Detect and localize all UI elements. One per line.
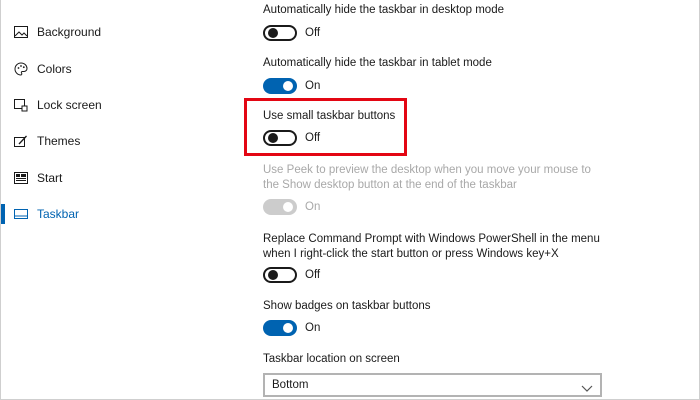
peek-label-line1: Use Peek to preview the desktop when you…: [263, 164, 591, 176]
sidebar-item-start[interactable]: Start: [1, 161, 231, 195]
sidebar-item-label: Colors: [37, 62, 72, 76]
sidebar-item-background[interactable]: Background: [1, 15, 231, 49]
taskbar-location-dropdown[interactable]: Bottom: [263, 373, 602, 397]
powershell-state: Off: [305, 269, 321, 281]
autohide-desktop-toggle[interactable]: [263, 25, 297, 41]
background-image-icon: [13, 24, 29, 40]
toggle-knob: [268, 133, 278, 143]
sidebar-item-taskbar[interactable]: Taskbar: [1, 197, 231, 231]
settings-window: Background Colors Lock screen Themes Sta…: [0, 0, 700, 400]
sidebar-item-label: Themes: [37, 134, 81, 148]
dropdown-value: Bottom: [272, 379, 309, 391]
small-buttons-label: Use small taskbar buttons: [263, 110, 396, 122]
autohide-desktop-label: Automatically hide the taskbar in deskto…: [263, 4, 504, 16]
sidebar-item-themes[interactable]: Themes: [1, 124, 231, 158]
peek-state: On: [305, 201, 321, 213]
sidebar-item-label: Taskbar: [37, 207, 80, 221]
sidebar-item-lock-screen[interactable]: Lock screen: [1, 88, 231, 122]
sidebar-item-colors[interactable]: Colors: [1, 52, 231, 86]
autohide-tablet-state: On: [305, 80, 321, 92]
autohide-tablet-toggle[interactable]: [263, 78, 297, 94]
sidebar: Background Colors Lock screen Themes Sta…: [1, 0, 241, 400]
sidebar-item-label: Start: [37, 171, 63, 185]
powershell-label-line1: Replace Command Prompt with Windows Powe…: [263, 233, 600, 245]
toggle-knob: [268, 28, 278, 38]
toggle-knob: [283, 202, 293, 212]
chevron-down-icon: [581, 380, 593, 392]
sidebar-item-label: Lock screen: [37, 98, 102, 112]
highlight-box: [244, 98, 407, 156]
autohide-tablet-label: Automatically hide the taskbar in tablet…: [263, 57, 492, 69]
peek-label-line2: the Show desktop button at the end of th…: [263, 179, 517, 191]
peek-toggle: [263, 199, 297, 215]
toggle-knob: [283, 81, 293, 91]
toggle-knob: [268, 270, 278, 280]
autohide-desktop-state: Off: [305, 27, 321, 39]
small-buttons-state: Off: [305, 132, 321, 144]
badges-toggle[interactable]: [263, 320, 297, 336]
small-buttons-toggle[interactable]: [263, 130, 297, 146]
badges-state: On: [305, 322, 321, 334]
powershell-label-line2: when I right-click the start button or p…: [263, 248, 559, 260]
sidebar-item-label: Background: [37, 25, 102, 39]
start-icon: [13, 170, 29, 186]
toggle-knob: [283, 323, 293, 333]
badges-label: Show badges on taskbar buttons: [263, 300, 431, 312]
palette-icon: [13, 61, 29, 77]
themes-icon: [13, 133, 29, 149]
powershell-toggle[interactable]: [263, 267, 297, 283]
lock-screen-icon: [13, 97, 29, 113]
taskbar-icon: [13, 206, 29, 222]
taskbar-location-label: Taskbar location on screen: [263, 353, 400, 365]
